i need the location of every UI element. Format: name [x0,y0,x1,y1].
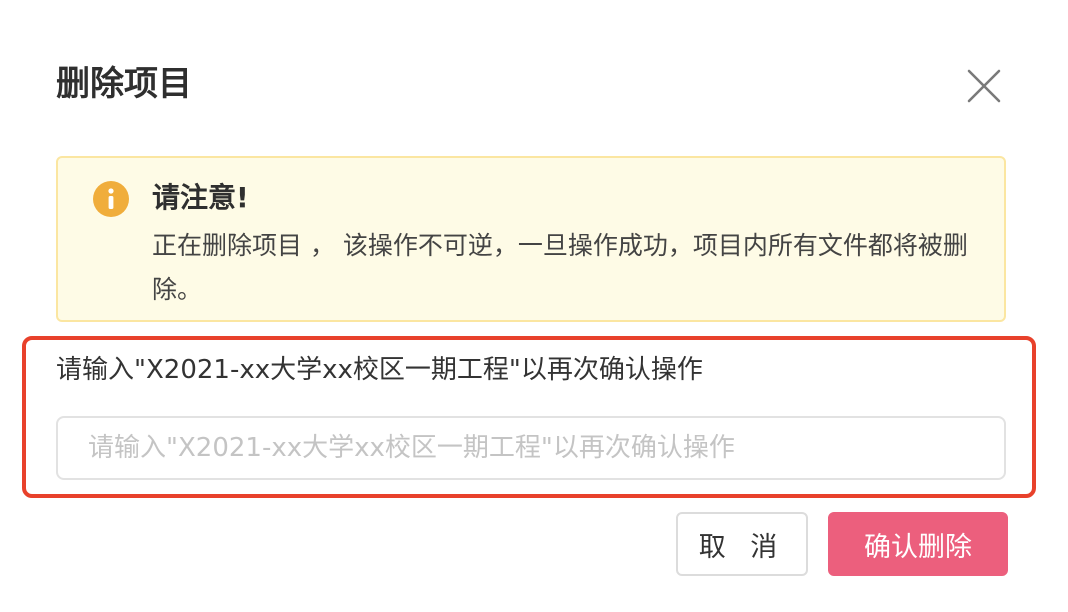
warning-heading: 请注意! [152,181,249,214]
confirm-delete-button[interactable]: 确认删除 [828,512,1008,576]
warning-message: 正在删除项目 ， 该操作不可逆，一旦操作成功，项目内所有文件都将被删除。 [152,231,968,304]
info-icon [93,181,129,217]
confirm-label: 请输入"X2021-xx大学xx校区一期工程"以再次确认操作 [56,355,703,385]
cancel-button[interactable]: 取 消 [676,512,808,576]
warning-alert: 请注意! 正在删除项目 ， 该操作不可逆，一旦操作成功，项目内所有文件都将被删除… [56,156,1006,322]
close-button[interactable] [962,64,1006,108]
close-icon [967,69,1001,103]
confirm-input[interactable] [56,416,1006,480]
dialog-title: 删除项目 [56,64,192,104]
